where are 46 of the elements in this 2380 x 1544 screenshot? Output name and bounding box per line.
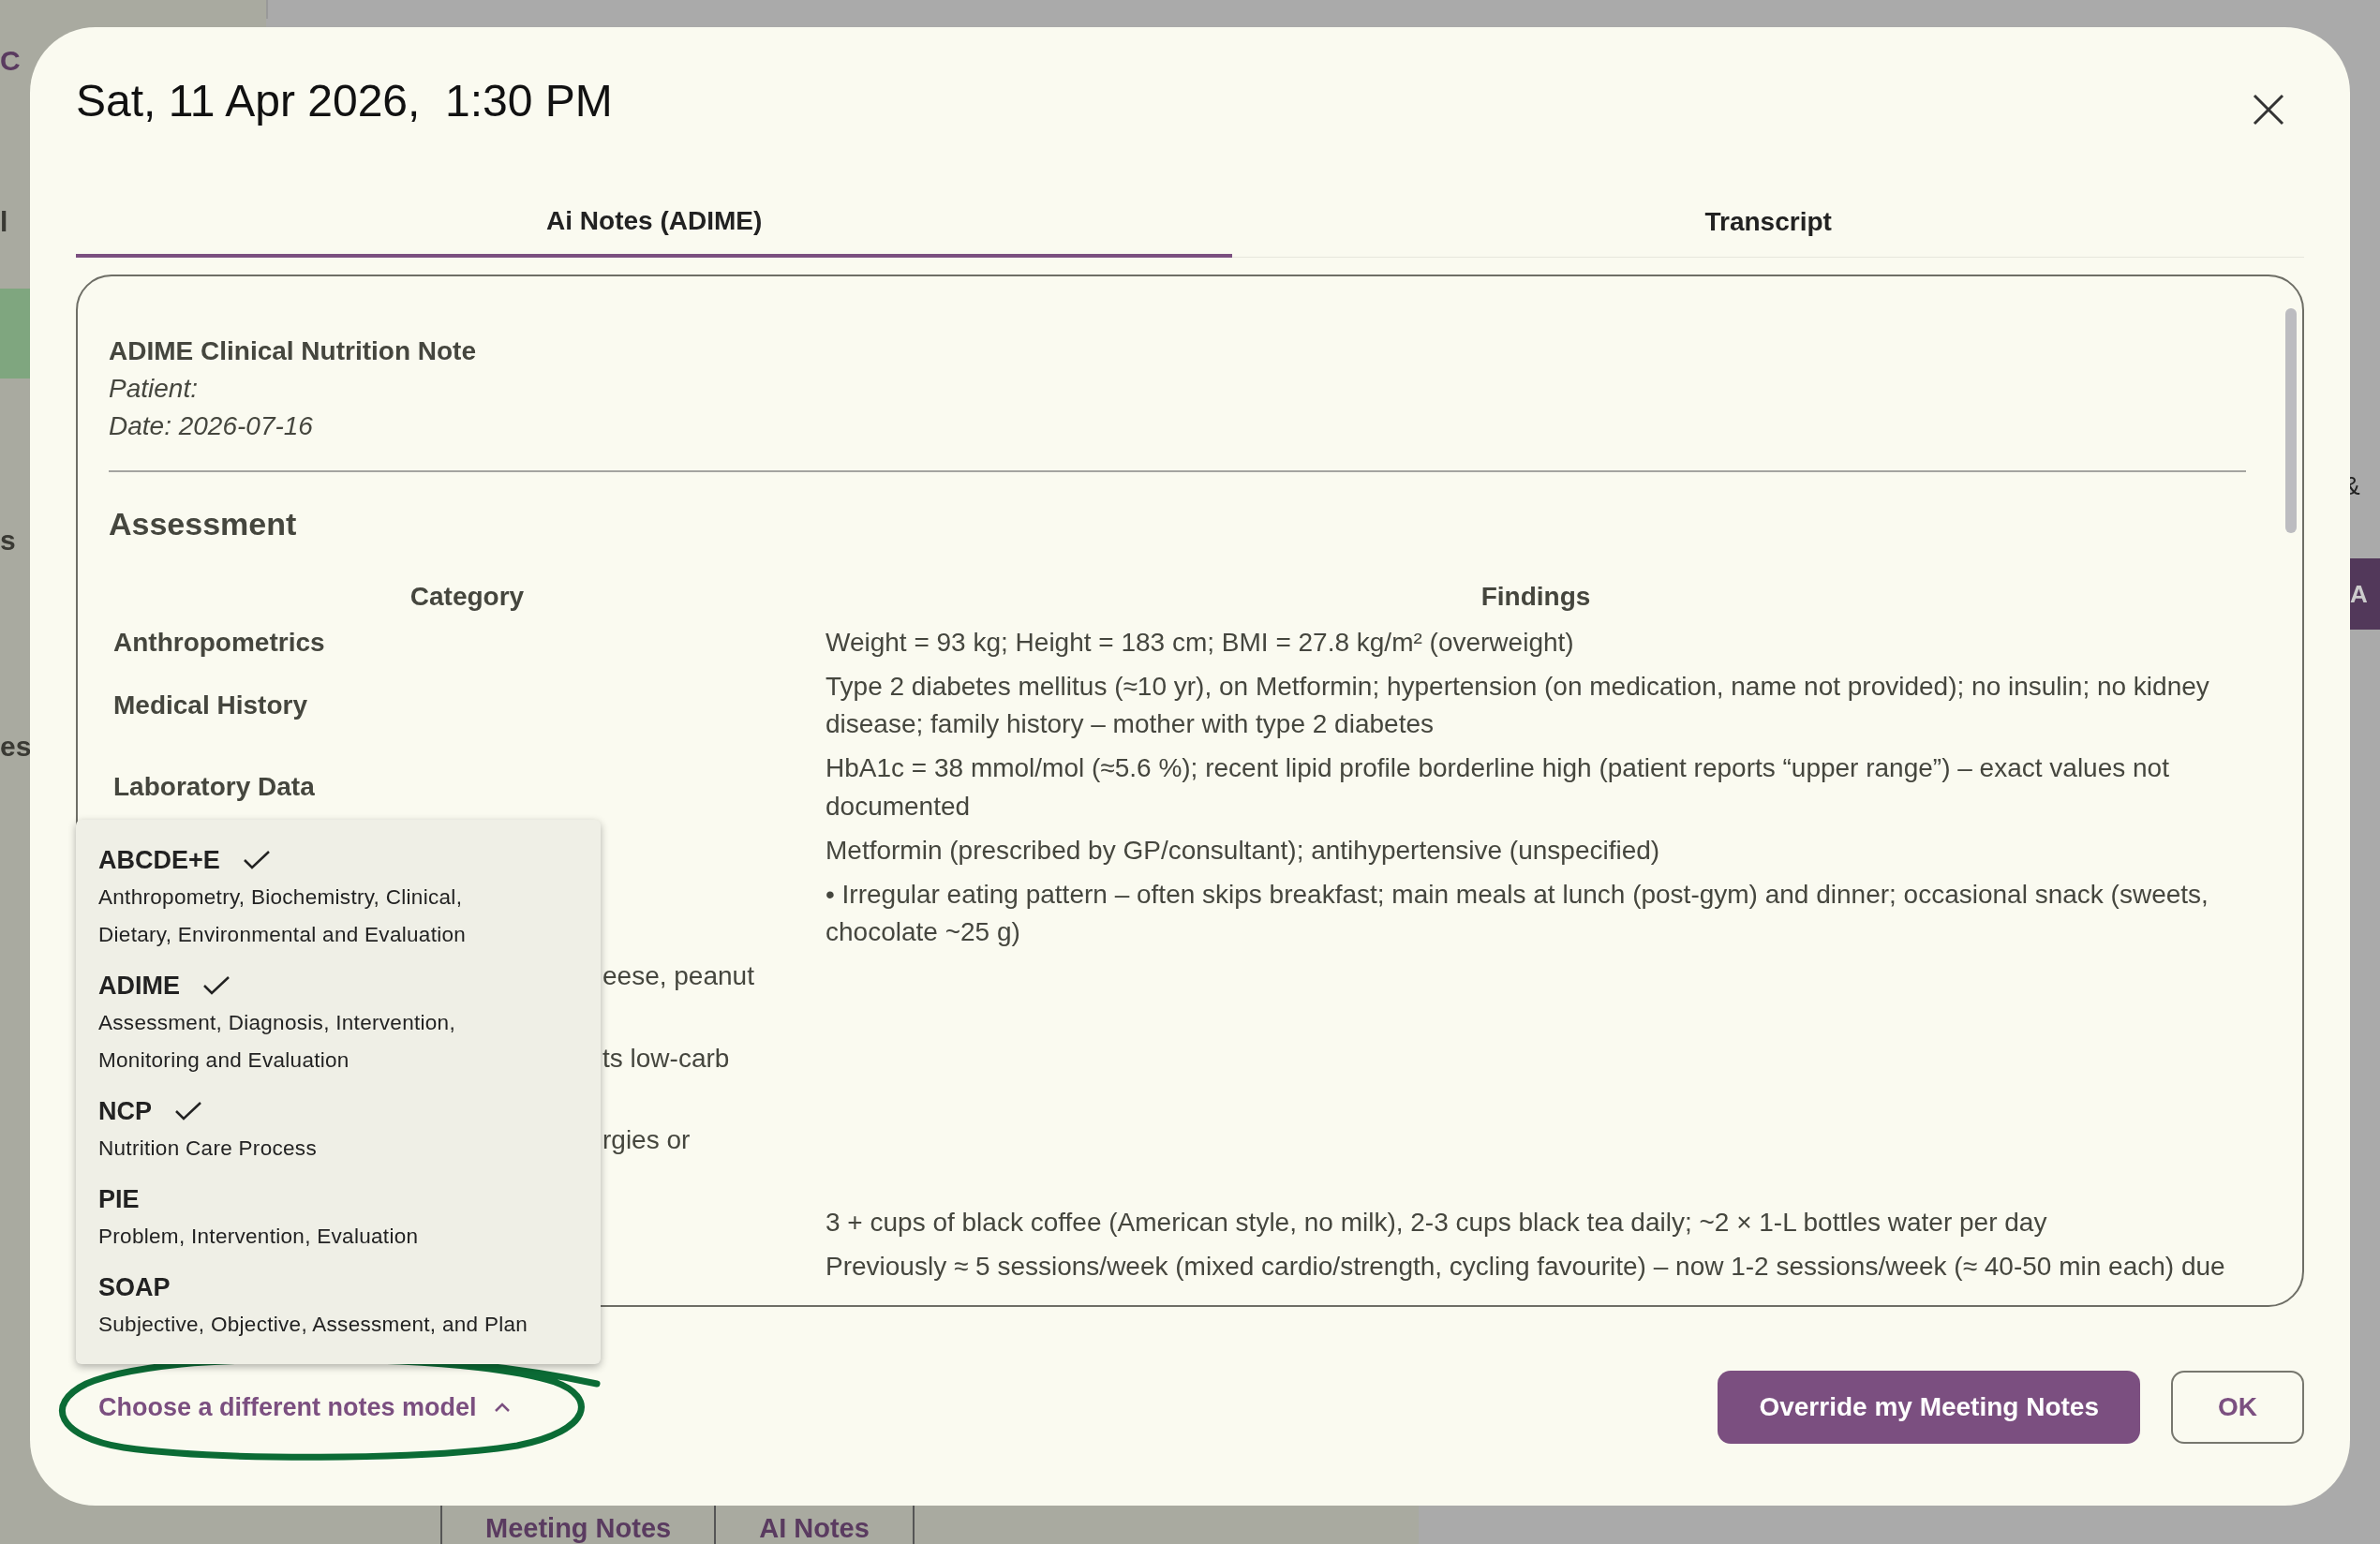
- caret-icon: [493, 1402, 511, 1413]
- table-cell-text: • Irregular eating pattern – often skips breakfast; main meals at lunch (post-gym) and dinner; occasional snack (sweets,: [826, 878, 2209, 911]
- background-label: es: [0, 731, 32, 763]
- menu-item[interactable]: ADIME: [98, 971, 180, 1001]
- section-heading: Assessment: [109, 505, 298, 543]
- menu-item-description: Anthropometry, Biochemistry, Clinical, Dietary, Environmental and Evaluation: [98, 884, 468, 948]
- menu-item[interactable]: ABCDE+E: [98, 845, 220, 875]
- menu-item[interactable]: NCP: [98, 1096, 152, 1126]
- table-cell-text: rgies or: [602, 1124, 691, 1156]
- background-label: l: [0, 206, 8, 238]
- note-title: ADIME Clinical Nutrition Note: [109, 335, 477, 367]
- menu-item-description: Problem, Intervention, Evaluation: [98, 1224, 420, 1250]
- tab[interactable]: Transcript: [1232, 187, 2304, 258]
- table-cell-text: eese, peanut: [602, 960, 754, 992]
- ok-button[interactable]: OK: [2171, 1371, 2304, 1444]
- table-cell-text: 3 + cups of black coffee (American style, no milk), 2-3 cups black tea daily; ~2 × 1-L bottles water per day: [826, 1206, 2048, 1239]
- menu-item-description: Subjective, Objective, Assessment, and Plan: [98, 1312, 529, 1338]
- close-icon[interactable]: [2252, 93, 2285, 126]
- table-cell-text: ts low-carb: [602, 1042, 730, 1075]
- override-button[interactable]: Override my Meeting Notes: [1718, 1371, 2140, 1444]
- model-link[interactable]: Choose a different notes model: [76, 1391, 516, 1423]
- background-label: s: [0, 525, 16, 557]
- menu-item-description: Nutrition Care Process: [98, 1136, 318, 1162]
- menu-item[interactable]: SOAP: [98, 1272, 171, 1302]
- table-cell-text: Previously ≈ 5 sessions/week (mixed cardio/strength, cycling favourite) – now 1-2 sessions/week (≈ 40-50 min each) due: [826, 1250, 2226, 1283]
- table-cell-text: Medical History: [113, 689, 307, 721]
- table-cell-text: Metformin (prescribed by GP/consultant); antihypertensive (unspecified): [826, 834, 1661, 867]
- note-meta: Date: 2026-07-16: [109, 410, 314, 442]
- column-header: Findings: [1480, 581, 1592, 613]
- dialog-title: Sat, 11 Apr 2026, 1:30 PM: [76, 75, 613, 127]
- table-cell-text: Type 2 diabetes mellitus (≈10 yr), on Metformin; hypertension (on medication, name not provided); no insulin; no kidney: [826, 670, 2210, 703]
- table-cell-text: Weight = 93 kg; Height = 183 cm; BMI = 27.8 kg/m² (overweight): [826, 626, 1575, 659]
- background-label: C: [0, 45, 21, 77]
- tab[interactable]: Ai Notes (ADIME): [76, 187, 1233, 258]
- background-button[interactable]: A: [2350, 558, 2380, 630]
- menu-item[interactable]: PIE: [98, 1184, 140, 1214]
- table-cell-text: Laboratory Data: [113, 771, 315, 804]
- menu-item-description: Assessment, Diagnosis, Intervention, Monitoring and Evaluation: [98, 1010, 456, 1074]
- table-cell-text: chocolate ~25 g): [826, 916, 1021, 948]
- note-meta: Patient:: [109, 373, 199, 405]
- table-cell-text: HbA1c = 38 mmol/mol (≈5.6 %); recent lipid profile borderline high (patient reports “upper range”) – exact values not: [826, 752, 2170, 784]
- table-cell-text: disease; family history – mother with type 2 diabetes: [826, 708, 1435, 740]
- column-header: Category: [409, 581, 526, 613]
- scrollbar-thumb[interactable]: [2285, 308, 2297, 533]
- table-cell-text: documented: [826, 790, 972, 823]
- table-cell-text: Anthropometrics: [113, 626, 325, 659]
